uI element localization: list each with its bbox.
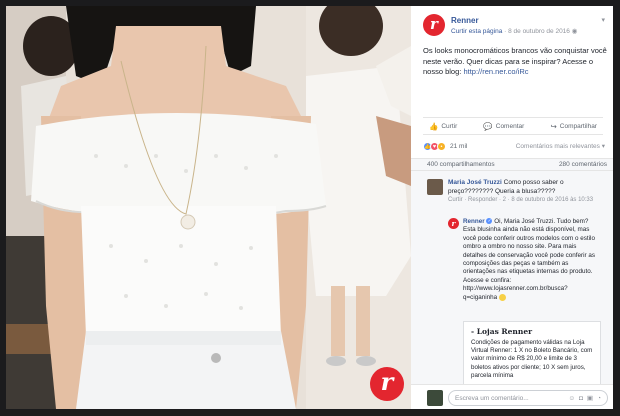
wow-reaction-icon[interactable]: • <box>437 141 446 151</box>
photo-illustration <box>6 6 411 409</box>
commenter-avatar[interactable] <box>427 179 443 195</box>
post-date[interactable]: 8 de outubro de 2016 <box>508 28 570 35</box>
share-count[interactable]: 400 compartilhamentos <box>427 161 495 168</box>
stats-row: 400 compartilhamentos 280 comentários <box>411 158 613 171</box>
share-button[interactable]: ↪ Compartilhar <box>550 122 597 131</box>
reactions-row: 👍 ♥ • 21 mil Comentários mais relevantes… <box>423 140 605 152</box>
comment-sort-dropdown[interactable]: Comentários mais relevantes ▾ <box>516 142 605 150</box>
page-name-link[interactable]: Renner <box>451 16 479 25</box>
reply-author-avatar[interactable]: r <box>448 218 459 229</box>
post-side-panel: r Renner Curtir esta página · 8 de outub… <box>411 6 613 409</box>
thumbs-up-icon: 👍 <box>429 121 439 131</box>
comment-count[interactable]: 280 comentários <box>559 161 607 168</box>
reaction-count[interactable]: 21 mil <box>450 143 467 150</box>
post-link[interactable]: http://ren.ner.co/iRc <box>463 67 528 76</box>
emoji-icon[interactable]: ☺ <box>568 395 575 402</box>
gif-icon[interactable]: ▣ <box>587 394 593 402</box>
camera-icon[interactable]: ◘ <box>579 395 583 402</box>
comment-input[interactable]: Escreva um comentário... ☺ ◘ ▣ ◔ <box>448 390 608 406</box>
share-label: Compartilhar <box>559 122 597 130</box>
sticker-icon[interactable]: ◔ <box>597 395 601 402</box>
comment-button[interactable]: 💬 Comentar <box>483 122 524 131</box>
comment-item: Maria José Truzzi Como posso saber o pre… <box>448 178 606 205</box>
share-arrow-icon: ↪ <box>550 121 557 131</box>
like-page-link[interactable]: Curtir esta página <box>451 28 502 35</box>
sort-label: Comentários mais relevantes <box>515 143 600 150</box>
globe-icon: ◉ <box>571 28 578 35</box>
smile-emoji-icon <box>498 293 506 301</box>
verified-badge-icon: ✓ <box>486 218 493 225</box>
speech-bubble-icon: 💬 <box>483 121 493 131</box>
comment-actions[interactable]: Curtir · Responder · 2 · 8 de outubro de… <box>448 196 606 205</box>
comment-author[interactable]: Maria José Truzzi <box>448 179 502 186</box>
like-button[interactable]: 👍 Curtir <box>429 122 457 131</box>
comment-label: Comentar <box>495 122 525 130</box>
facebook-photo-viewer: r r Renner Curtir esta página · 8 de out… <box>6 6 613 409</box>
renner-logo-watermark: r <box>370 367 404 401</box>
preview-title: - Lojas Renner <box>471 327 533 336</box>
current-user-avatar <box>427 390 443 406</box>
preview-body: Condições de pagamento válidas na Loja V… <box>471 339 593 379</box>
link-preview-card[interactable]: - Lojas Renner Condições de pagamento vá… <box>463 321 601 384</box>
post-text: Os looks monocromáticos brancos vão conq… <box>423 46 607 78</box>
post-meta: Curtir esta página · 8 de outubro de 201… <box>451 27 577 35</box>
like-label: Curtir <box>441 122 458 130</box>
reply-author[interactable]: Renner <box>463 218 485 225</box>
reply-body: Renner ✓ Oi, Maria José Truzzi. Tudo bem… <box>463 218 601 302</box>
post-photo[interactable]: r <box>6 6 411 409</box>
chevron-down-icon[interactable]: ▾ <box>601 16 605 24</box>
page-avatar[interactable]: r <box>423 14 445 36</box>
post-header: r Renner Curtir esta página · 8 de outub… <box>423 14 605 40</box>
reply-text: Oi, Maria José Truzzi. Tudo bem? Esta bl… <box>463 218 595 301</box>
post-actions-bar: 👍 Curtir 💬 Comentar ↪ Compartilhar <box>423 117 603 135</box>
comment-placeholder: Escreva um comentário... <box>455 394 529 402</box>
comments-list[interactable]: Maria José Truzzi Como posso saber o pre… <box>411 171 613 384</box>
comment-composer: Escreva um comentário... ☺ ◘ ▣ ◔ <box>411 384 613 409</box>
